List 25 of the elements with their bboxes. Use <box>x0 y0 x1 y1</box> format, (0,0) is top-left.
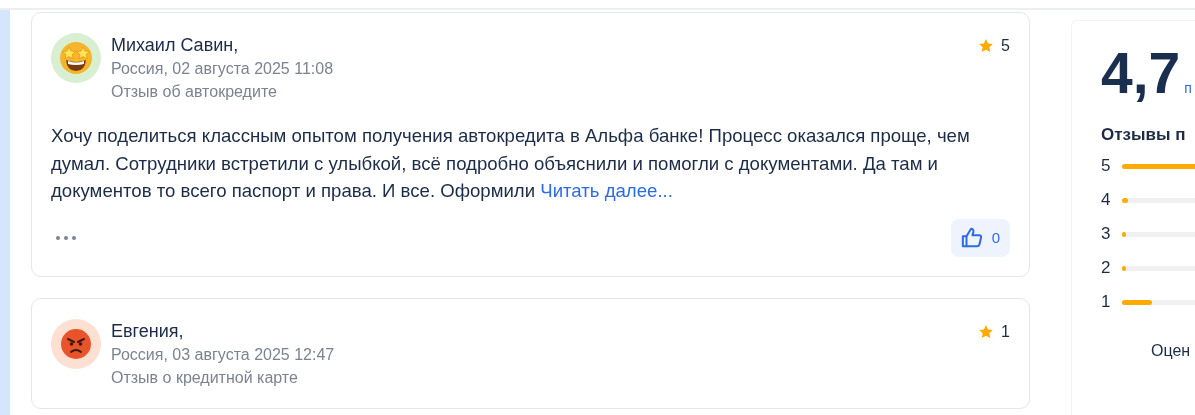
rating-value: 1 <box>1001 322 1010 341</box>
reviews-link[interactable]: п <box>1184 80 1192 96</box>
review-text: Хочу поделиться классным опытом получения автокредита в Альфа банке! Процесс оказался проще, чем думал. Сотрудники встретили с улыбкой, всё подробно объяснили и помогли с документами. Да там и документов то всего паспорт и права. И все. Оформили Читать далее... <box>51 124 971 203</box>
rating-label: 5 <box>1101 156 1111 176</box>
thumbs-up-icon <box>960 226 983 249</box>
rating-label: 1 <box>1101 292 1111 312</box>
review-date: Россия, 03 августа 2025 12:47 <box>111 344 336 365</box>
rating-label: 3 <box>1101 224 1111 244</box>
author-name: Михаил Савин, <box>111 34 240 57</box>
section-title: Отзывы п <box>1101 125 1187 145</box>
review-date: Россия, 02 августа 2025 11:08 <box>111 59 335 79</box>
angry-face-icon <box>60 327 92 360</box>
star-icon <box>978 38 995 54</box>
star-icon <box>978 323 995 340</box>
footer-text: Оцен <box>1151 342 1192 360</box>
author-name: Евгения, <box>111 319 185 343</box>
rating-label: 4 <box>1101 190 1111 210</box>
average-rating: 4,7 <box>1101 41 1181 105</box>
review-category: Отзыв о кредитной карте <box>111 367 299 388</box>
rating-value: 5 <box>1001 37 1010 55</box>
rating-label: 2 <box>1101 258 1111 278</box>
star-eyed-face-icon <box>58 40 94 76</box>
review-category: Отзыв об автокредите <box>111 82 278 102</box>
like-button[interactable]: 0 <box>950 218 1010 257</box>
read-more-link[interactable]: Читать далее... <box>540 180 673 201</box>
